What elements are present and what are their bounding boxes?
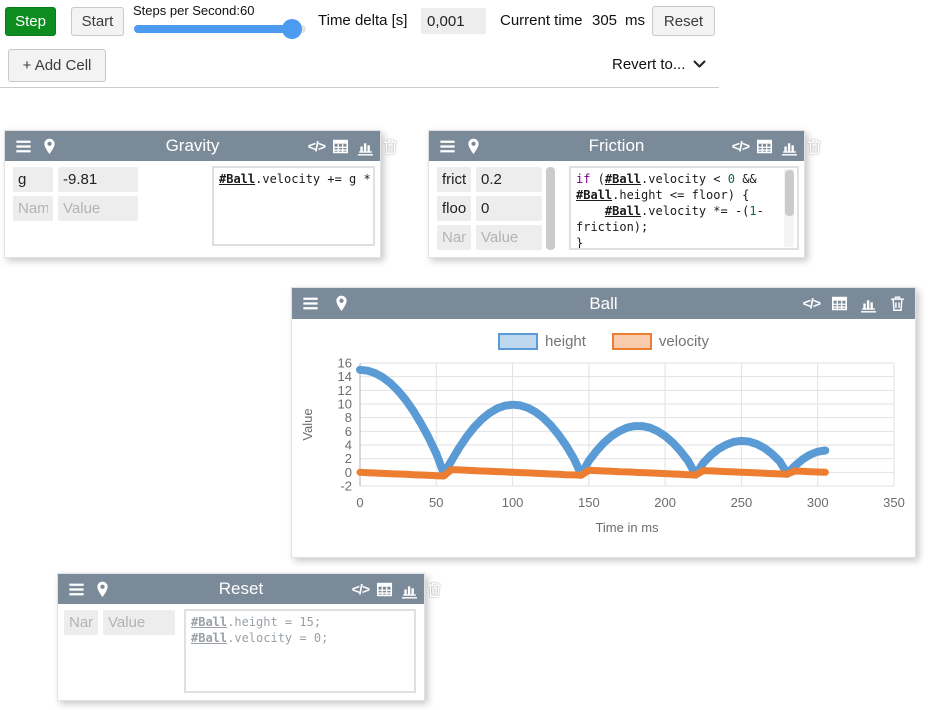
menu-icon[interactable] bbox=[14, 137, 33, 156]
svg-text:Value: Value bbox=[300, 408, 315, 440]
time-delta-input[interactable] bbox=[421, 8, 486, 34]
cell-gravity-header[interactable]: Gravity </> bbox=[5, 131, 380, 161]
trash-icon[interactable] bbox=[381, 137, 400, 156]
height-legend-swatch bbox=[498, 333, 538, 350]
param-value-input[interactable] bbox=[476, 225, 542, 250]
menu-icon[interactable] bbox=[301, 294, 320, 313]
svg-text:300: 300 bbox=[807, 495, 829, 510]
svg-text:Time in ms: Time in ms bbox=[595, 520, 659, 535]
cell-ball-header[interactable]: Ball </> bbox=[292, 288, 915, 319]
pin-icon[interactable] bbox=[93, 580, 112, 599]
trash-icon[interactable] bbox=[805, 137, 824, 156]
cell-reset: Reset </> #Ball.height = 15; #Ball.veloc… bbox=[57, 573, 425, 701]
add-cell-button[interactable]: + Add Cell bbox=[8, 49, 106, 82]
cell-friction-header[interactable]: Friction </> bbox=[429, 131, 804, 161]
cell-friction: Friction </> if (#Ball.velocity < 0 && #… bbox=[428, 130, 805, 258]
reset-code-editor[interactable]: #Ball.height = 15; #Ball.velocity = 0; bbox=[184, 609, 416, 693]
height-legend-label: height bbox=[545, 333, 586, 350]
cell-ball: Ball </> height velocity 1614121086420-2… bbox=[291, 287, 916, 558]
param-value-input[interactable] bbox=[58, 167, 138, 192]
slider-fill bbox=[134, 25, 294, 33]
pin-icon[interactable] bbox=[40, 137, 59, 156]
param-name-input[interactable] bbox=[437, 225, 471, 250]
cell-reset-header[interactable]: Reset </> bbox=[58, 574, 424, 604]
svg-text:200: 200 bbox=[654, 495, 676, 510]
pin-icon[interactable] bbox=[464, 137, 483, 156]
cell-ball-body: height velocity 1614121086420-2050100150… bbox=[292, 319, 915, 559]
svg-text:250: 250 bbox=[731, 495, 753, 510]
table-view-icon[interactable] bbox=[755, 137, 774, 156]
pin-icon[interactable] bbox=[332, 294, 351, 313]
start-button[interactable]: Start bbox=[71, 7, 124, 36]
legend-item-height[interactable]: height bbox=[498, 333, 586, 350]
revert-to-dropdown[interactable]: Revert to... bbox=[612, 56, 706, 73]
current-time-label: Current time bbox=[500, 12, 583, 29]
code-view-icon[interactable]: </> bbox=[803, 295, 820, 311]
svg-text:-2: -2 bbox=[340, 479, 352, 494]
svg-text:0: 0 bbox=[356, 495, 363, 510]
chart-view-icon[interactable] bbox=[400, 580, 419, 599]
param-value-input[interactable] bbox=[476, 196, 542, 221]
steps-per-second-slider[interactable] bbox=[134, 25, 306, 33]
code-scrollbar[interactable] bbox=[785, 170, 794, 216]
friction-code-editor[interactable]: if (#Ball.velocity < 0 && #Ball.height <… bbox=[569, 166, 799, 250]
step-button[interactable]: Step bbox=[5, 7, 56, 36]
time-delta-label: Time delta [s] bbox=[318, 12, 407, 29]
param-value-input[interactable] bbox=[103, 610, 175, 635]
svg-text:100: 100 bbox=[502, 495, 524, 510]
svg-text:150: 150 bbox=[578, 495, 600, 510]
svg-text:50: 50 bbox=[429, 495, 443, 510]
param-value-input[interactable] bbox=[58, 196, 138, 221]
current-time-value: 305 bbox=[592, 12, 617, 29]
reset-time-button[interactable]: Reset bbox=[652, 6, 715, 36]
cell-gravity: Gravity </> #Ball.velocity += g * dt; bbox=[4, 130, 381, 258]
steps-per-second-label: Steps per Second:60 bbox=[133, 3, 254, 18]
chart-view-icon[interactable] bbox=[356, 137, 375, 156]
velocity-legend-label: velocity bbox=[659, 333, 709, 350]
table-view-icon[interactable] bbox=[830, 294, 849, 313]
velocity-legend-swatch bbox=[612, 333, 652, 350]
legend-item-velocity[interactable]: velocity bbox=[612, 333, 709, 350]
param-name-input[interactable] bbox=[437, 196, 471, 221]
current-time-unit: ms bbox=[625, 12, 645, 29]
chart-view-icon[interactable] bbox=[859, 294, 878, 313]
code-view-icon[interactable]: </> bbox=[732, 138, 749, 154]
menu-icon[interactable] bbox=[438, 137, 457, 156]
chevron-down-icon bbox=[693, 60, 706, 69]
table-view-icon[interactable] bbox=[331, 137, 350, 156]
param-name-input[interactable] bbox=[13, 196, 53, 221]
trash-icon[interactable] bbox=[888, 294, 907, 313]
param-name-input[interactable] bbox=[13, 167, 53, 192]
svg-text:350: 350 bbox=[883, 495, 905, 510]
menu-icon[interactable] bbox=[67, 580, 86, 599]
trash-icon[interactable] bbox=[425, 580, 444, 599]
gravity-code-editor[interactable]: #Ball.velocity += g * dt; bbox=[212, 166, 375, 246]
param-name-input[interactable] bbox=[437, 167, 471, 192]
code-view-icon[interactable]: </> bbox=[308, 138, 325, 154]
toolbar-divider bbox=[0, 87, 719, 88]
param-value-input[interactable] bbox=[476, 167, 542, 192]
param-name-input[interactable] bbox=[64, 610, 98, 635]
chart-view-icon[interactable] bbox=[780, 137, 799, 156]
revert-to-label: Revert to... bbox=[612, 56, 685, 73]
slider-knob[interactable] bbox=[282, 19, 302, 39]
ball-chart-svg: 1614121086420-2050100150200250300350Valu… bbox=[292, 319, 915, 559]
param-list-scrollbar[interactable] bbox=[546, 167, 555, 250]
code-view-icon[interactable]: </> bbox=[352, 581, 369, 597]
table-view-icon[interactable] bbox=[375, 580, 394, 599]
chart-legend: height velocity bbox=[292, 333, 915, 350]
